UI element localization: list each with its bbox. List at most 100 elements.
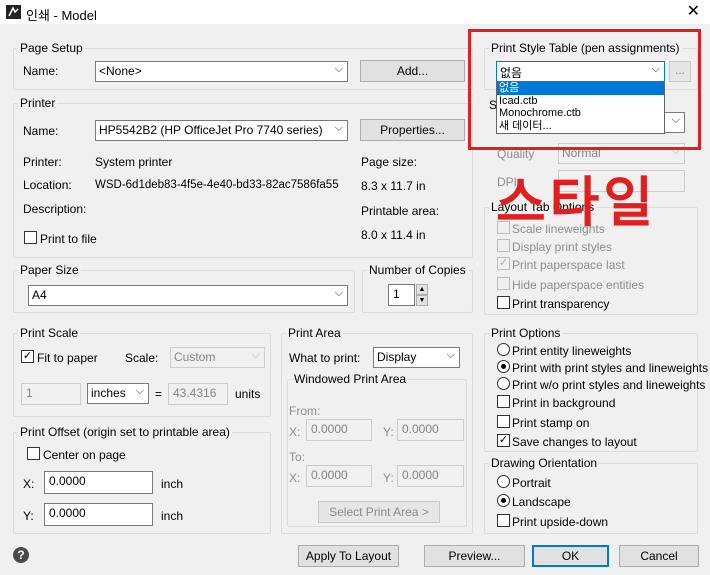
from-y-input[interactable]: 0.0000 <box>397 419 464 441</box>
paper-size-combo[interactable]: A4 ⌵ <box>28 285 348 306</box>
upside-down-label: Print upside-down <box>512 515 609 529</box>
entity-lineweights-label: Print entity lineweights <box>512 344 632 358</box>
display-print-styles-label: Display print styles <box>512 240 613 254</box>
properties-button[interactable]: Properties... <box>360 119 465 141</box>
annotation-text: 스타일 <box>496 171 658 234</box>
spin-down-icon[interactable]: ▼ <box>416 295 428 306</box>
center-on-page-label: Center on page <box>43 448 126 462</box>
scale-number-input[interactable]: 1 <box>21 383 81 405</box>
landscape-radio[interactable] <box>497 494 510 507</box>
windowed-area-legend: Windowed Print Area <box>292 372 409 386</box>
add-button[interactable]: Add... <box>360 60 465 82</box>
print-background-label: Print in background <box>512 396 616 410</box>
no-print-styles-radio[interactable] <box>497 377 510 390</box>
close-icon[interactable]: ✕ <box>687 2 700 22</box>
what-to-print-combo[interactable]: Display ⌵ <box>373 347 460 368</box>
scale-unit-combo[interactable]: inches ⌵ <box>87 383 149 404</box>
page-size-label: Page size: <box>361 155 418 169</box>
print-area-legend: Print Area <box>286 326 343 340</box>
landscape-label: Landscape <box>512 495 571 509</box>
chevron-down-icon: ⌵ <box>334 122 343 134</box>
print-transparency-checkbox[interactable] <box>497 296 510 309</box>
print-paperspace-last-checkbox[interactable]: ✓ <box>497 257 510 270</box>
page-setup-legend: Page Setup <box>18 41 85 55</box>
paper-size-legend: Paper Size <box>18 263 81 277</box>
help-icon[interactable]: ? <box>13 547 29 563</box>
chevron-down-icon: ⌵ <box>446 349 455 361</box>
offset-y-input[interactable]: 0.0000 <box>44 503 153 526</box>
fit-to-paper-checkbox[interactable]: ✓ <box>21 350 34 363</box>
copies-legend: Number of Copies <box>367 263 468 277</box>
print-paperspace-last-label: Print paperspace last <box>512 258 625 272</box>
no-print-styles-label: Print w/o print styles and lineweights <box>512 378 706 392</box>
to-x-input[interactable]: 0.0000 <box>306 465 372 487</box>
spin-up-icon[interactable]: ▲ <box>416 284 428 295</box>
upside-down-checkbox[interactable] <box>497 514 510 527</box>
print-to-file-checkbox[interactable] <box>24 231 37 244</box>
offset-x-unit: inch <box>161 477 184 491</box>
title-bar: 인쇄 - Model ✕ <box>0 0 710 24</box>
apply-to-layout-button[interactable]: Apply To Layout <box>298 545 399 567</box>
print-styles-lineweights-label: Print with print styles and lineweights <box>512 361 709 375</box>
what-to-print-value: Display <box>377 350 417 364</box>
equals-sign: = <box>155 387 163 401</box>
orientation-legend: Drawing Orientation <box>489 456 600 470</box>
printer-name-label: Name: <box>23 124 59 138</box>
portrait-radio[interactable] <box>497 475 510 488</box>
to-label: To: <box>289 450 306 464</box>
offset-x-label: X: <box>23 477 35 491</box>
hide-paperspace-label: Hide paperspace entities <box>512 278 645 292</box>
window-title: 인쇄 - Model <box>26 8 97 23</box>
from-y-label: Y: <box>383 425 394 439</box>
entity-lineweights-radio[interactable] <box>497 343 510 356</box>
center-on-page-checkbox[interactable] <box>27 447 40 460</box>
print-transparency-label: Print transparency <box>512 297 610 311</box>
from-label: From: <box>289 404 321 418</box>
print-to-file-label: Print to file <box>40 232 97 246</box>
preview-button[interactable]: Preview... <box>424 545 525 567</box>
printer-combo[interactable]: HP5542B2 (HP OfficeJet Pro 7740 series) ⌵ <box>95 120 348 141</box>
display-print-styles-checkbox[interactable] <box>497 239 510 252</box>
chevron-down-icon: ⌵ <box>334 287 343 299</box>
scale-combo[interactable]: Custom ⌵ <box>170 347 265 368</box>
print-styles-lineweights-radio[interactable] <box>497 360 510 373</box>
cancel-button[interactable]: Cancel <box>619 545 699 567</box>
page-size-value: 8.3 x 11.7 in <box>361 179 426 193</box>
offset-y-label: Y: <box>23 509 34 523</box>
printer-value-text: System printer <box>95 155 173 169</box>
select-print-area-button[interactable]: Select Print Area > <box>318 501 440 523</box>
to-y-input[interactable]: 0.0000 <box>397 465 464 487</box>
app-icon <box>6 5 21 19</box>
save-changes-label: Save changes to layout <box>512 435 637 449</box>
print-scale-legend: Print Scale <box>18 326 81 340</box>
scale-unit-value: inches <box>91 386 126 400</box>
print-background-checkbox[interactable] <box>497 395 510 408</box>
offset-x-input[interactable]: 0.0000 <box>44 471 153 494</box>
copies-input[interactable]: 1 <box>388 284 415 306</box>
hide-paperspace-checkbox[interactable] <box>497 277 510 290</box>
page-setup-value: <None> <box>99 64 142 78</box>
units-label: units <box>235 387 261 401</box>
page-setup-combo[interactable]: <None> ⌵ <box>95 61 348 82</box>
location-value: WSD-6d1deb83-4f5e-4e40-bd33-82ac7586fa55 <box>95 179 339 191</box>
ok-button[interactable]: OK <box>532 545 609 567</box>
save-changes-checkbox[interactable]: ✓ <box>497 434 510 447</box>
offset-y-unit: inch <box>161 509 184 523</box>
to-y-label: Y: <box>383 471 394 485</box>
printer-legend: Printer <box>18 96 58 110</box>
what-to-print-label: What to print: <box>289 351 361 365</box>
print-stamp-label: Print stamp on <box>512 416 590 430</box>
portrait-label: Portrait <box>512 476 551 490</box>
location-label: Location: <box>23 178 72 192</box>
print-options-legend: Print Options <box>489 326 563 340</box>
printable-area-label: Printable area: <box>361 204 440 218</box>
chevron-down-icon: ⌵ <box>135 385 144 397</box>
from-x-input[interactable]: 0.0000 <box>306 419 372 441</box>
description-label: Description: <box>23 202 87 216</box>
chevron-down-icon: ⌵ <box>334 63 343 75</box>
annotation-highlight-box <box>468 29 701 150</box>
page-setup-name-label: Name: <box>23 64 59 78</box>
to-x-label: X: <box>289 471 301 485</box>
print-stamp-checkbox[interactable] <box>497 415 510 428</box>
units-input[interactable]: 43.4316 <box>168 383 228 405</box>
